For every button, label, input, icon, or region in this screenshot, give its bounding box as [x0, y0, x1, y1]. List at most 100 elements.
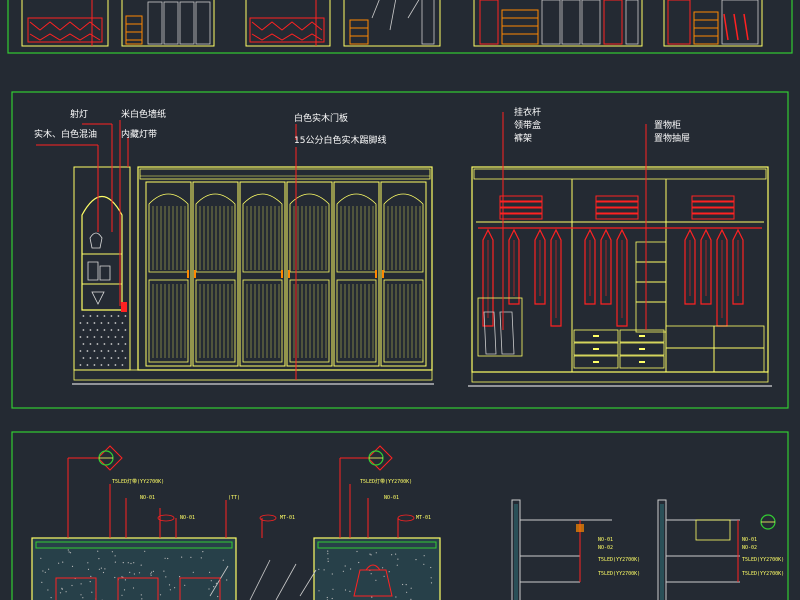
dot [107, 364, 110, 366]
folded-item [499, 213, 543, 220]
dot [100, 322, 103, 324]
dot [82, 357, 85, 359]
dot [89, 329, 92, 331]
speck [80, 583, 82, 585]
door-arch [383, 193, 424, 273]
speck [169, 589, 171, 591]
folded-item [499, 195, 543, 202]
hatch-line [275, 563, 297, 600]
top-elevation-strip [7, 0, 793, 54]
hatch-line [249, 559, 271, 600]
speck [358, 561, 360, 564]
speck [331, 597, 333, 600]
speck [222, 559, 224, 561]
dot [82, 329, 85, 331]
speck [42, 570, 44, 572]
label-wood-mix: 实木、白色混油 [34, 128, 97, 140]
door-handle [375, 270, 377, 278]
dot [117, 315, 120, 317]
speck [111, 551, 113, 553]
door-panel [145, 181, 192, 367]
dot [96, 315, 99, 317]
dot [117, 343, 120, 345]
speck [121, 576, 123, 578]
dot [121, 364, 124, 366]
speck [430, 577, 432, 579]
speck [152, 570, 154, 573]
speck [388, 571, 390, 573]
speck [402, 583, 404, 586]
thumb-elevation-5 [473, 0, 643, 47]
speck [423, 563, 425, 565]
baseboard [73, 369, 433, 381]
dot [114, 350, 117, 352]
speck [369, 553, 371, 555]
folded-item [691, 201, 735, 208]
speck [405, 584, 407, 586]
dot [96, 329, 99, 331]
dot [110, 329, 113, 331]
speck [208, 588, 210, 590]
tag-t1: NO-01 [140, 495, 155, 501]
drawer-handle [639, 335, 645, 337]
speck [71, 565, 74, 568]
door-panel [239, 181, 286, 367]
dot [79, 322, 82, 324]
dot [93, 336, 96, 338]
cad-drawing-canvas: 射灯 米白色墙纸 实木、白色混油 内藏灯带 白色实木门板 15公分白色实木踢脚线 [0, 0, 800, 600]
closet-elevation-right [468, 166, 772, 387]
dot [117, 329, 120, 331]
speck [215, 582, 217, 585]
speck [144, 550, 146, 552]
label-tie-rack: 挂衣杆 [514, 106, 541, 118]
tag-r2: NO-02 [598, 545, 613, 551]
speck [114, 576, 116, 579]
speck [58, 562, 60, 564]
speck [132, 587, 135, 589]
speck [102, 571, 105, 574]
drawer-handle [593, 348, 599, 350]
speck [71, 584, 73, 587]
speck [332, 588, 334, 590]
speck [123, 589, 126, 591]
speck [150, 571, 153, 573]
speck [174, 587, 176, 589]
speck [202, 551, 204, 553]
speck [89, 581, 91, 583]
folded-item [691, 195, 735, 202]
speck [327, 560, 329, 563]
door-panel [286, 181, 333, 367]
thumb-elevation-1 [21, 0, 109, 47]
dot [82, 343, 85, 345]
dot [107, 336, 110, 338]
door-handle [288, 270, 290, 278]
speck [344, 565, 346, 567]
speck [396, 564, 398, 566]
speck [100, 567, 102, 569]
speck [213, 586, 215, 588]
speck [68, 551, 70, 553]
speck [209, 571, 211, 574]
tag-r5: NO-01 [742, 537, 757, 543]
speck [121, 594, 123, 596]
speck [395, 596, 397, 598]
speck [375, 552, 377, 554]
speck [430, 582, 433, 584]
tag-t4: (TT) [228, 495, 240, 501]
cad-drawing: 射灯 米白色墙纸 实木、白色混油 内藏灯带 白色实木门板 15公分白色实木踢脚线 [7, 0, 793, 600]
door-panel [333, 181, 380, 367]
door-lower-panel [195, 279, 236, 363]
speck [40, 557, 42, 559]
dot [86, 322, 89, 324]
speck [181, 556, 183, 558]
dot [89, 315, 92, 317]
dot [103, 343, 106, 345]
tag-led-b: T5LED灯带(YY2700K) [360, 478, 412, 485]
speck [41, 581, 43, 584]
dot [107, 322, 110, 324]
dot [79, 336, 82, 338]
speck [47, 589, 49, 591]
dot [79, 364, 82, 366]
speck [370, 554, 372, 556]
dot [86, 350, 89, 352]
